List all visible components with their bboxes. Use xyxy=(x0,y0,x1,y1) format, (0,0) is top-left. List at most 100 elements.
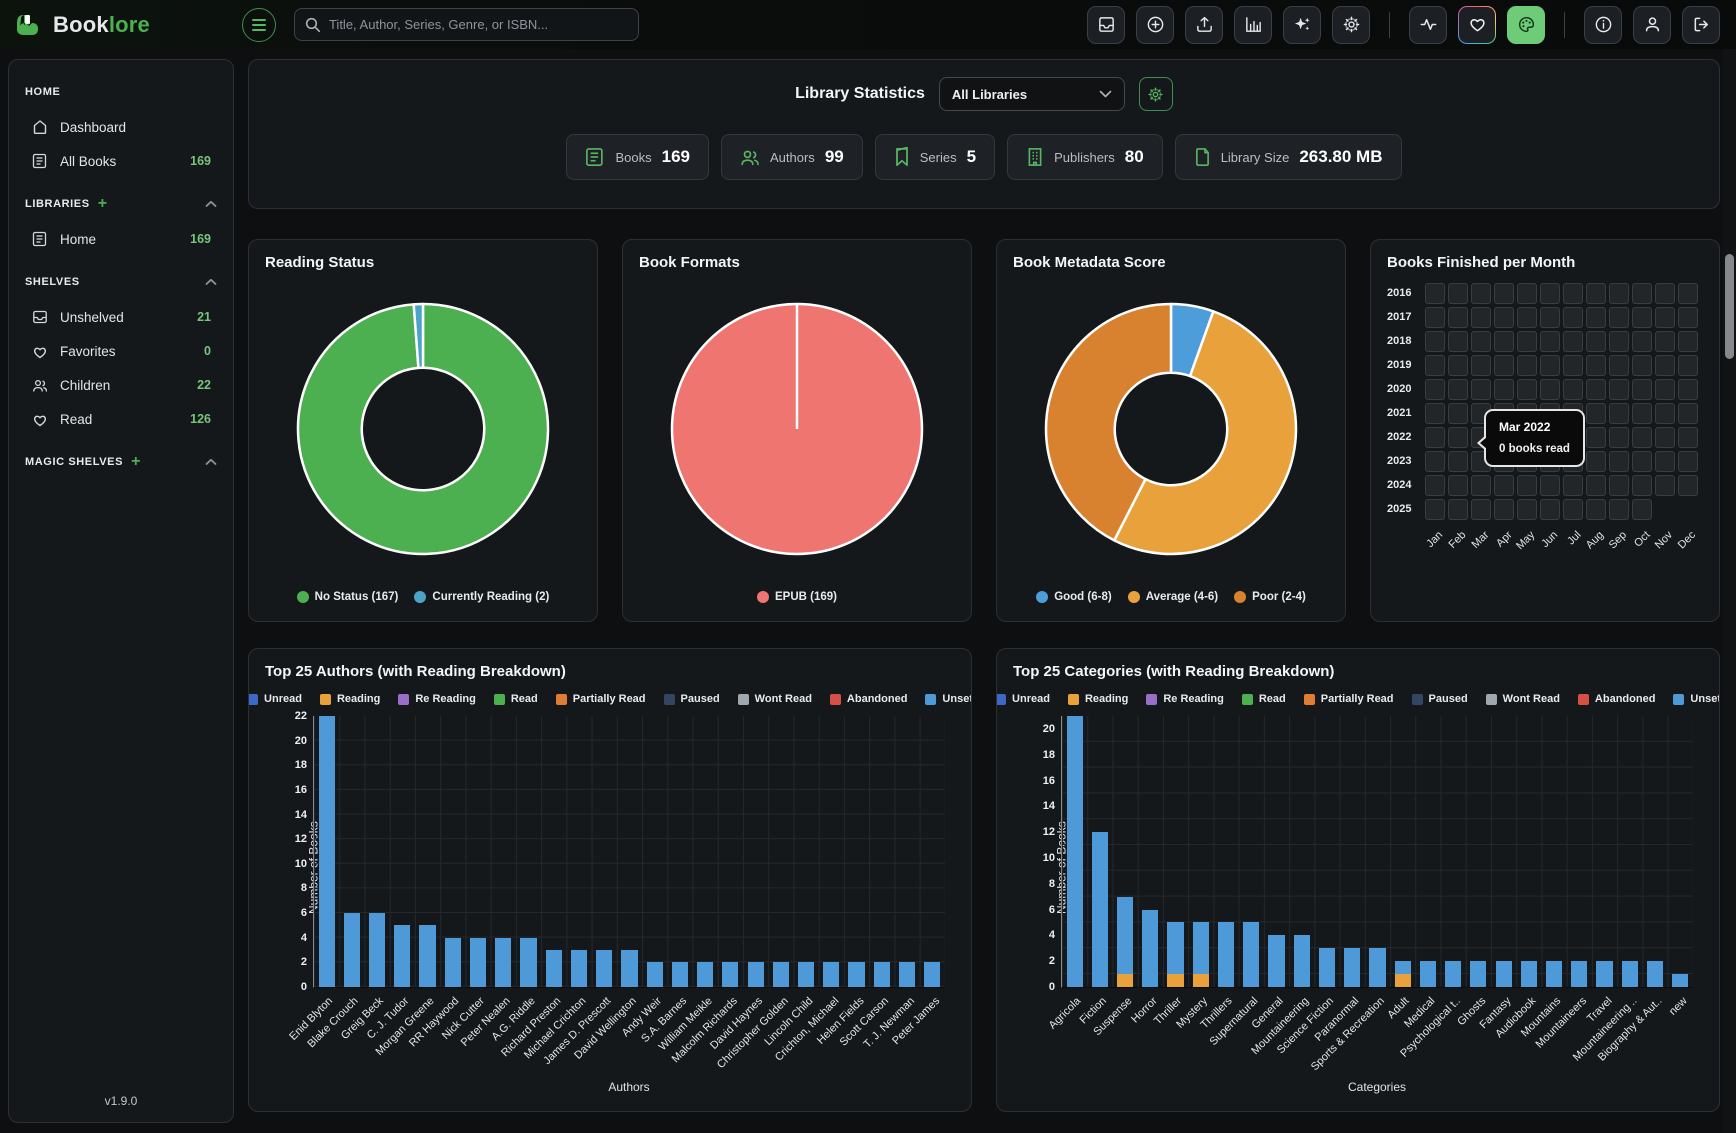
heatmap-cell[interactable] xyxy=(1425,283,1445,304)
bar-segment-unread[interactable] xyxy=(672,962,688,987)
bar[interactable] xyxy=(1622,961,1638,987)
bar-segment-unread[interactable] xyxy=(445,938,461,987)
bar[interactable] xyxy=(1420,961,1436,987)
bar[interactable] xyxy=(697,962,713,987)
legend-item[interactable]: Wont Read xyxy=(1486,693,1560,705)
heatmap-cell[interactable] xyxy=(1655,403,1675,424)
bar-segment-unread[interactable] xyxy=(1521,961,1537,987)
bar-segment-unread[interactable] xyxy=(1622,961,1638,987)
heatmap-cell[interactable] xyxy=(1655,379,1675,400)
heatmap-cell[interactable] xyxy=(1471,331,1491,352)
bar-segment-unread[interactable] xyxy=(1344,948,1360,987)
heatmap-cell[interactable] xyxy=(1540,499,1560,520)
bar[interactable] xyxy=(823,962,839,987)
bar-segment-unread[interactable] xyxy=(1395,961,1411,974)
heatmap-cell[interactable] xyxy=(1678,283,1698,304)
legend-item[interactable]: Unread xyxy=(248,693,302,705)
heatmap-cell[interactable] xyxy=(1609,499,1629,520)
heatmap-cell[interactable] xyxy=(1655,427,1675,448)
bar-segment-reading[interactable] xyxy=(1117,974,1133,987)
bar-segment-reading[interactable] xyxy=(1167,974,1183,987)
add-magic-shelf-button[interactable]: + xyxy=(131,454,140,470)
heatmap-cell[interactable] xyxy=(1448,451,1468,472)
bar[interactable] xyxy=(1092,832,1108,987)
bar[interactable] xyxy=(1243,922,1259,987)
heatmap-cell[interactable] xyxy=(1609,307,1629,328)
bar-segment-unread[interactable] xyxy=(874,962,890,987)
heatmap-cell[interactable] xyxy=(1609,451,1629,472)
heatmap-cell[interactable] xyxy=(1678,451,1698,472)
heatmap-cell[interactable] xyxy=(1494,283,1514,304)
bar-segment-unread[interactable] xyxy=(1067,716,1083,987)
heatmap-cell[interactable] xyxy=(1425,379,1445,400)
heatmap-cell[interactable] xyxy=(1586,475,1606,496)
heatmap-cell[interactable] xyxy=(1655,475,1675,496)
legend-item[interactable]: Partially Read xyxy=(1304,693,1394,705)
bar-segment-unread[interactable] xyxy=(1546,961,1562,987)
legend-item[interactable]: Good (6-8) xyxy=(1036,591,1112,603)
bar-segment-unread[interactable] xyxy=(1496,961,1512,987)
heatmap-cell[interactable] xyxy=(1448,427,1468,448)
bar-segment-unread[interactable] xyxy=(1571,961,1587,987)
bar[interactable] xyxy=(369,913,385,987)
bar-segment-unread[interactable] xyxy=(1647,961,1663,987)
heatmap-cell[interactable] xyxy=(1655,283,1675,304)
legend-item[interactable]: Unset xyxy=(925,693,972,705)
bar-segment-unread[interactable] xyxy=(899,962,915,987)
info-button[interactable] xyxy=(1584,6,1622,44)
heatmap-cell[interactable] xyxy=(1609,283,1629,304)
heatmap-cell[interactable] xyxy=(1632,331,1652,352)
legend-item[interactable]: Re Reading xyxy=(398,693,476,705)
legend-item[interactable]: Unread xyxy=(996,693,1050,705)
heatmap-cell[interactable] xyxy=(1586,307,1606,328)
bar[interactable] xyxy=(798,962,814,987)
bar[interactable] xyxy=(848,962,864,987)
heatmap-cell[interactable] xyxy=(1609,427,1629,448)
heatmap-cell[interactable] xyxy=(1425,499,1445,520)
bar-segment-unread[interactable] xyxy=(1420,961,1436,987)
bar-segment-unread[interactable] xyxy=(571,950,587,987)
bar[interactable] xyxy=(394,925,410,987)
bar[interactable] xyxy=(344,913,360,987)
bar-segment-unread[interactable] xyxy=(798,962,814,987)
heatmap-cell[interactable] xyxy=(1563,379,1583,400)
user-account-button[interactable] xyxy=(1633,6,1671,44)
legend-item[interactable]: Average (4-6) xyxy=(1128,591,1218,603)
heatmap-cell[interactable] xyxy=(1540,355,1560,376)
legend-item[interactable]: Read xyxy=(494,693,538,705)
heatmap-cell[interactable] xyxy=(1517,499,1537,520)
legend-item[interactable]: Abandoned xyxy=(830,693,908,705)
heatmap-cell[interactable] xyxy=(1678,475,1698,496)
brand-logo[interactable]: Booklore xyxy=(16,11,150,39)
bar[interactable] xyxy=(924,962,940,987)
heatmap-cell[interactable] xyxy=(1494,331,1514,352)
bar[interactable] xyxy=(571,950,587,987)
heatmap-cell[interactable] xyxy=(1678,331,1698,352)
heatmap-cell[interactable] xyxy=(1655,307,1675,328)
heatmap-cell[interactable] xyxy=(1471,379,1491,400)
heatmap-cell[interactable] xyxy=(1448,355,1468,376)
heatmap-cell[interactable] xyxy=(1632,451,1652,472)
inbox-tray-button[interactable] xyxy=(1087,6,1125,44)
sidebar-item-all-books[interactable]: All Books 169 xyxy=(25,144,217,178)
heatmap-cell[interactable] xyxy=(1632,475,1652,496)
legend-item[interactable]: Poor (2-4) xyxy=(1234,591,1306,603)
heatmap-cell[interactable] xyxy=(1586,283,1606,304)
heatmap-cell[interactable] xyxy=(1425,307,1445,328)
bar-segment-unread[interactable] xyxy=(520,938,536,987)
add-library-button[interactable]: + xyxy=(98,196,107,212)
upload-button[interactable] xyxy=(1185,6,1223,44)
legend-item[interactable]: Currently Reading (2) xyxy=(414,591,549,603)
heatmap-cell[interactable] xyxy=(1609,475,1629,496)
heatmap-cell[interactable] xyxy=(1609,331,1629,352)
legend-item[interactable]: No Status (167) xyxy=(297,591,399,603)
bar[interactable] xyxy=(596,950,612,987)
heatmap-cell[interactable] xyxy=(1471,499,1491,520)
bar-segment-unread[interactable] xyxy=(1142,910,1158,987)
bar-segment-unread[interactable] xyxy=(1243,922,1259,987)
settings-gear-button[interactable] xyxy=(1332,6,1370,44)
heatmap-cell[interactable] xyxy=(1586,331,1606,352)
legend-item[interactable]: Partially Read xyxy=(556,693,646,705)
heatmap-cell[interactable] xyxy=(1655,355,1675,376)
bar[interactable] xyxy=(1218,922,1234,987)
